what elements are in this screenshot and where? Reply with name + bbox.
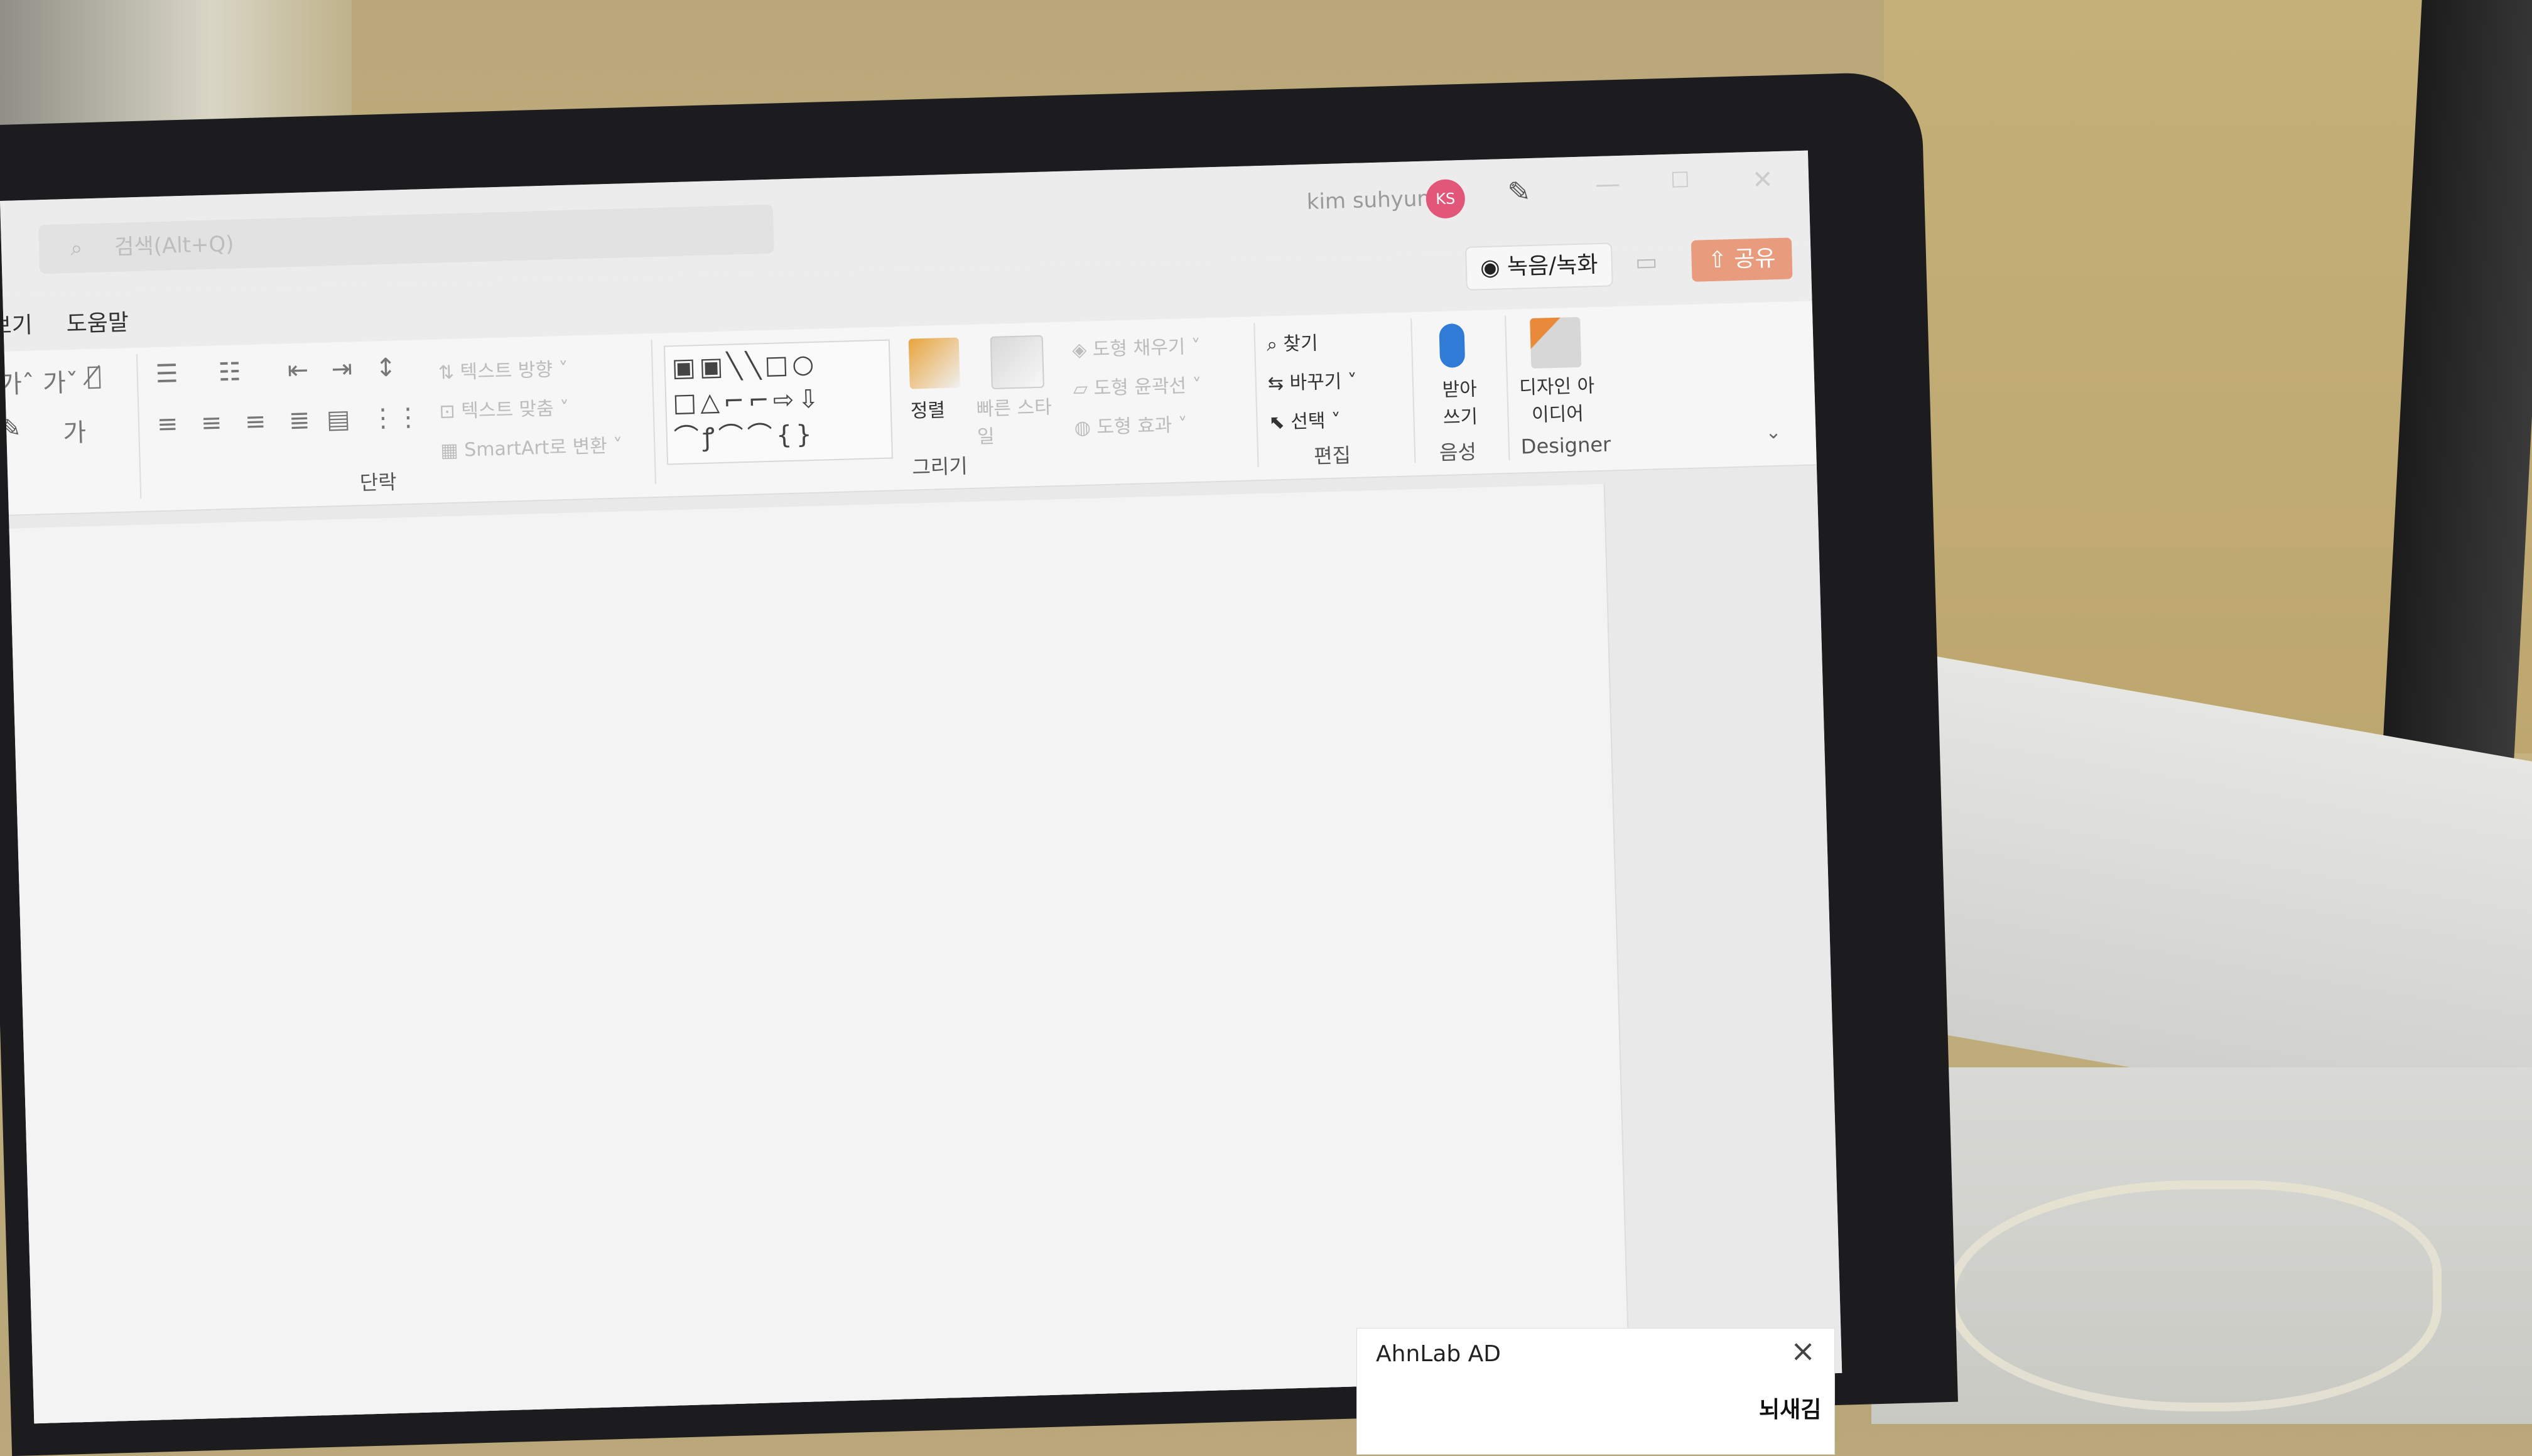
- separator: [1505, 316, 1510, 461]
- align-left-icon[interactable]: ≡: [156, 409, 178, 439]
- replace-button[interactable]: ⇆ 바꾸기 ˅: [1267, 365, 1357, 396]
- ad-notification: AhnLab AD × 뇌새김: [1356, 1328, 1835, 1455]
- shape-effects-label: 도형 효과: [1096, 414, 1172, 439]
- group-label-drawing: 그리기: [911, 454, 968, 480]
- find-label: 찾기: [1283, 332, 1319, 356]
- dictate-button[interactable]: 받아 쓰기: [1431, 373, 1489, 429]
- smartart-button[interactable]: ▦ SmartArt로 변환 ˅: [440, 429, 623, 462]
- group-label-editing: 편집: [1313, 443, 1351, 468]
- select-label: 선택: [1290, 410, 1326, 433]
- separator: [651, 340, 656, 485]
- numbered-list-icon[interactable]: ☷: [218, 357, 241, 387]
- record-icon: ◉: [1480, 254, 1508, 281]
- decrease-indent-icon[interactable]: ⇤: [287, 355, 309, 385]
- justify-icon[interactable]: ≣: [288, 406, 310, 435]
- design-ideas-button[interactable]: 디자인 아이디어: [1513, 370, 1602, 428]
- separator: [1410, 318, 1416, 463]
- design-ideas-icon[interactable]: [1530, 316, 1582, 369]
- ad-brand[interactable]: 뇌새김: [1759, 1391, 1821, 1424]
- record-button[interactable]: ◉ 녹음/녹화: [1464, 242, 1613, 291]
- shape-outline-label: 도형 윤곽선: [1093, 375, 1187, 400]
- group-label-voice: 음성: [1439, 439, 1477, 465]
- find-button[interactable]: ⌕ 찾기: [1266, 327, 1318, 356]
- arrange-label[interactable]: 정렬: [910, 394, 945, 423]
- increase-indent-icon[interactable]: ⇥: [331, 354, 353, 384]
- pen-icon[interactable]: ✎: [1507, 176, 1531, 208]
- text-direction-label: 텍스트 방향: [460, 359, 553, 384]
- font-size-decrease-icon[interactable]: 가ˇ: [42, 362, 79, 400]
- shape-icons: ▣▣╲╲□○ □△⌐⌐⇨⇩ ⌒ꝭ⌒⌒{}: [671, 349, 823, 453]
- laptop-screen: ⌕ 검색(Alt+Q) kim suhyun KS ✎ — ☐ ✕ 보기 도움말…: [0, 150, 1842, 1424]
- document-canvas: [9, 465, 1842, 1424]
- text-direction-button[interactable]: ⇅ 텍스트 방향 ˅: [438, 353, 568, 385]
- share-label: 공유: [1733, 245, 1777, 272]
- arrange-icon[interactable]: [908, 337, 960, 389]
- replace-label: 바꾸기: [1289, 370, 1342, 394]
- quick-styles-icon[interactable]: [990, 335, 1044, 390]
- tab-view[interactable]: 보기: [0, 307, 33, 341]
- columns-icon[interactable]: ⋮⋮: [370, 402, 421, 433]
- search-icon: ⌕: [70, 235, 83, 261]
- earphone-cable: [1947, 1180, 2442, 1411]
- shape-fill-button[interactable]: ◈ 도형 채우기 ˅: [1072, 331, 1201, 362]
- chevron-down-icon[interactable]: ⌄: [1765, 421, 1782, 444]
- share-button[interactable]: ⇧ 공유: [1691, 237, 1793, 282]
- font-color-icon[interactable]: 가: [62, 412, 87, 449]
- search-input[interactable]: ⌕ 검색(Alt+Q): [38, 204, 774, 274]
- ad-title: AhnLab AD: [1376, 1341, 1501, 1367]
- quick-styles-label[interactable]: 빠른 스타일: [976, 391, 1052, 448]
- smartart-label: SmartArt로 변환: [463, 435, 608, 461]
- user-name: kim suhyun: [1306, 186, 1431, 215]
- distributed-icon[interactable]: ▤: [326, 405, 350, 434]
- align-text-label: 텍스트 맞춤: [460, 397, 555, 423]
- close-icon[interactable]: ×: [1790, 1334, 1815, 1369]
- record-label: 녹음/녹화: [1507, 251, 1599, 281]
- bullet-list-icon[interactable]: ☰: [155, 359, 178, 389]
- clear-format-icon[interactable]: 가̸: [86, 362, 102, 391]
- separator: [1253, 323, 1259, 468]
- align-text-button[interactable]: ⊡ 텍스트 맞춤 ˅: [439, 392, 570, 424]
- group-label-paragraph: 단락: [359, 470, 398, 495]
- group-label-designer: Designer: [1520, 432, 1611, 459]
- close-icon[interactable]: ✕: [1752, 165, 1774, 195]
- separator: [136, 353, 142, 499]
- tab-help[interactable]: 도움말: [66, 304, 129, 338]
- microphone-icon[interactable]: [1439, 323, 1466, 369]
- share-icon: ⇧: [1707, 246, 1734, 274]
- align-center-icon[interactable]: ≡: [200, 408, 222, 438]
- minimize-icon[interactable]: —: [1595, 170, 1621, 199]
- select-button[interactable]: ⬉ 선택 ˅: [1269, 405, 1341, 434]
- shapes-gallery[interactable]: ▣▣╲╲□○ □△⌐⌐⇨⇩ ⌒ꝭ⌒⌒{}: [663, 339, 894, 465]
- maximize-icon[interactable]: ☐: [1670, 168, 1691, 193]
- shape-fill-label: 도형 채우기: [1092, 336, 1186, 361]
- slide[interactable]: [9, 483, 1631, 1424]
- font-size-increase-icon[interactable]: 가ˆ: [0, 364, 35, 401]
- line-spacing-icon[interactable]: ↕: [375, 353, 397, 382]
- avatar[interactable]: KS: [1425, 178, 1466, 219]
- shape-effects-button[interactable]: ◍ 도형 효과 ˅: [1074, 409, 1188, 439]
- align-right-icon[interactable]: ≡: [244, 407, 266, 436]
- comment-icon[interactable]: ▭: [1635, 247, 1658, 276]
- shape-outline-button[interactable]: ▱ 도형 윤곽선 ˅: [1073, 370, 1203, 401]
- search-placeholder: 검색(Alt+Q): [114, 231, 235, 260]
